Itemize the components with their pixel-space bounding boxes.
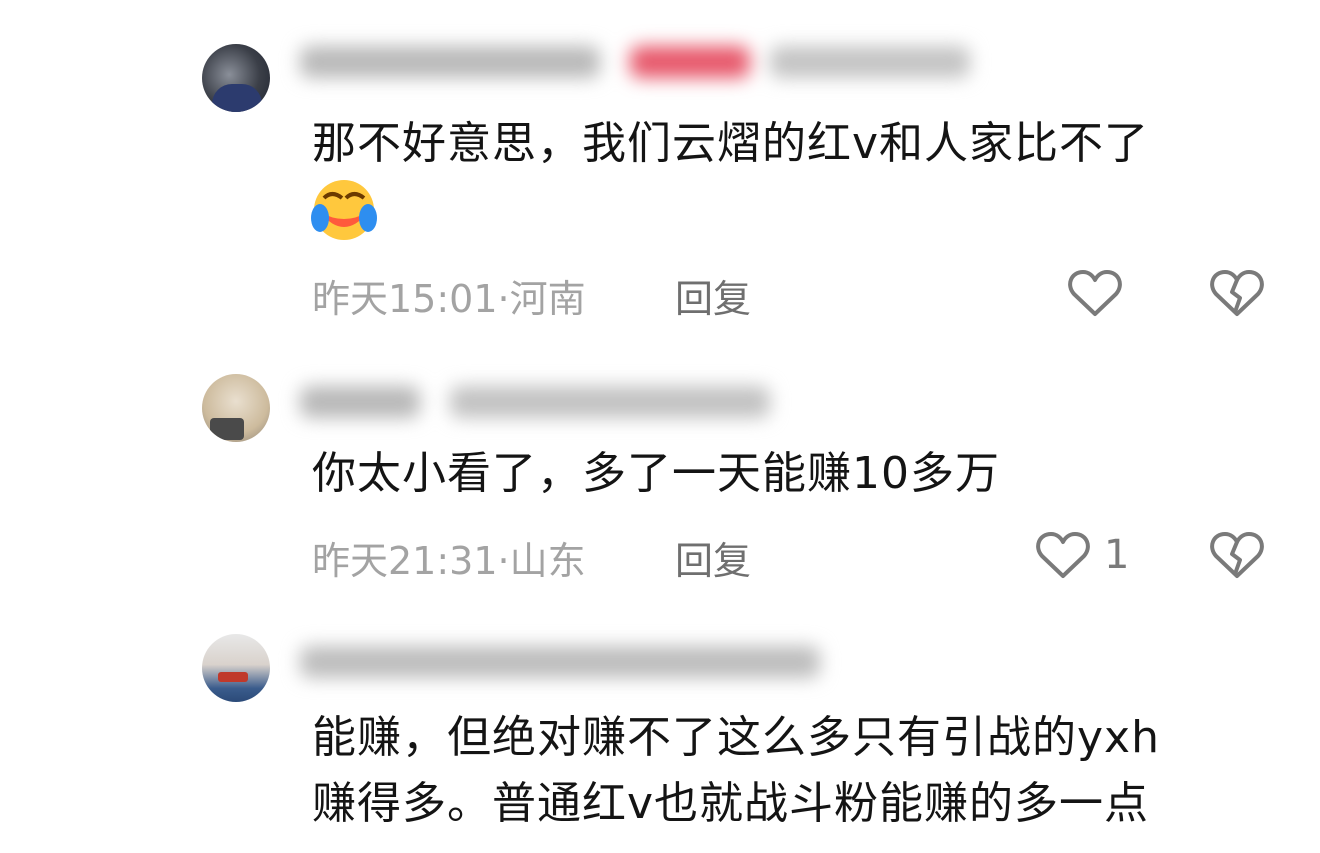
face-with-tears-of-joy-icon xyxy=(311,180,377,240)
heart-outline-icon xyxy=(1036,532,1090,578)
comment-text: 那不好意思，我们云熠的红v和人家比不了 xyxy=(312,118,1150,169)
timestamp-location: 昨天15:01·河南 xyxy=(312,277,586,321)
comment-text-line1: 能赚，但绝对赚不了这么多只有引战的yxh xyxy=(312,712,1160,763)
comment-text: 你太小看了，多了一天能赚10多万 xyxy=(312,448,1000,499)
avatar[interactable] xyxy=(202,634,270,702)
avatar[interactable] xyxy=(202,44,270,112)
heart-outline-icon xyxy=(1068,270,1122,316)
comment-text-line2: 赚得多。普通红v也就战斗粉能赚的多一点 xyxy=(312,778,1150,829)
avatar[interactable] xyxy=(202,374,270,442)
username-redacted[interactable] xyxy=(300,370,800,434)
broken-heart-icon xyxy=(1210,270,1264,316)
username-redacted[interactable] xyxy=(300,30,1000,94)
timestamp-location: 昨天21:31·山东 xyxy=(312,539,586,583)
like-count: 1 xyxy=(1104,532,1130,578)
dislike-button[interactable] xyxy=(1210,268,1264,322)
dislike-button[interactable] xyxy=(1210,530,1264,584)
reply-button[interactable]: 回复 xyxy=(675,530,751,585)
broken-heart-icon xyxy=(1210,532,1264,578)
username-redacted[interactable] xyxy=(300,630,840,694)
reply-button[interactable]: 回复 xyxy=(675,268,751,323)
like-button[interactable]: 1 xyxy=(1036,530,1129,580)
like-button[interactable] xyxy=(1068,268,1122,318)
